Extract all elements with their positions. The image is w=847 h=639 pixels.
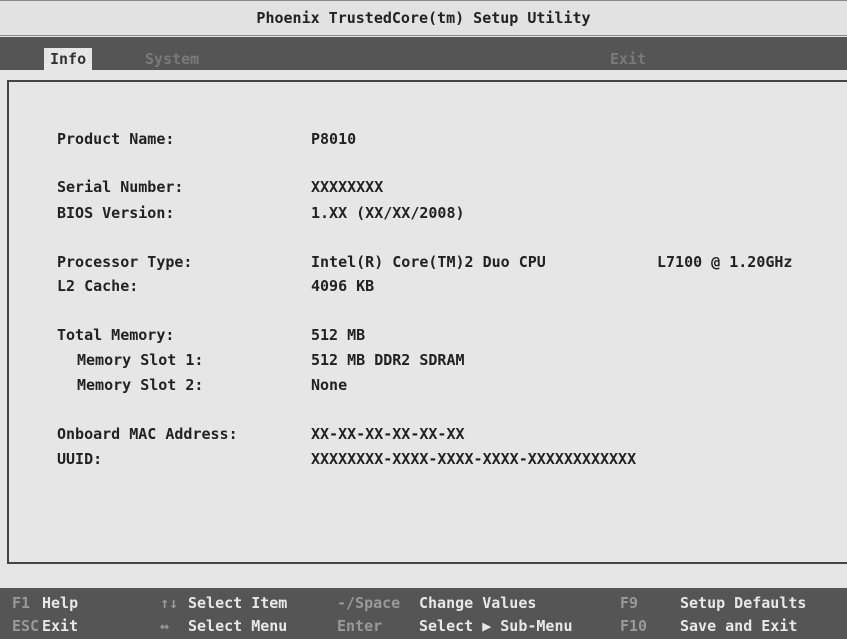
serial-number-label: Serial Number: [57,178,184,196]
help-label: Help [42,594,79,612]
uuid-value: XXXXXXXX-XXXX-XXXX-XXXX-XXXXXXXXXXXX [311,450,637,468]
bios-version-label: BIOS Version: [57,204,175,222]
mac-address-value: XX-XX-XX-XX-XX-XX [311,425,465,443]
select-menu-key: ↔ [160,617,170,635]
bios-version-value: 1.XX (XX/XX/2008) [311,204,465,222]
l2-cache-label: L2 Cache: [57,277,139,295]
exit-label: Exit [42,617,79,635]
product-name-label: Product Name: [57,130,175,148]
select-submenu-label: Select ▶ Sub-Menu [419,617,573,635]
processor-type-value: Intel(R) Core(TM)2 Duo CPU [311,253,546,271]
info-panel: Product Name: P8010 Serial Number: XXXXX… [7,80,847,564]
processor-speed-value: L7100 @ 1.20GHz [657,253,793,271]
select-menu-label: Select Menu [188,617,288,635]
memory-slot1-value: 512 MB DDR2 SDRAM [311,351,465,369]
uuid-label: UUID: [57,450,103,468]
select-item-key: ↑↓ [160,594,179,612]
total-memory-value: 512 MB [311,326,366,344]
select-item-label: Select Item [188,594,288,612]
exit-key: ESC [12,617,40,635]
setup-defaults-label: Setup Defaults [680,594,807,612]
menu-bar: Info System Exit [0,37,847,70]
change-values-label: Change Values [419,594,537,612]
memory-slot1-label: Memory Slot 1: [77,351,204,369]
memory-slot2-label: Memory Slot 2: [77,376,204,394]
total-memory-label: Total Memory: [57,326,175,344]
product-name-value: P8010 [311,130,357,148]
serial-number-value: XXXXXXXX [311,178,384,196]
memory-slot2-value: None [311,376,348,394]
processor-type-label: Processor Type: [57,253,193,271]
change-values-key: -/Space [337,594,401,612]
mac-address-label: Onboard MAC Address: [57,425,238,443]
window-title: Phoenix TrustedCore(tm) Setup Utility [0,0,847,36]
l2-cache-value: 4096 KB [311,277,375,295]
key-help-bar: F1 Help ↑↓ Select Item -/Space Change Va… [0,588,847,639]
menu-tab-system[interactable]: System [145,48,199,70]
save-exit-key: F10 [620,617,648,635]
setup-defaults-key: F9 [620,594,639,612]
help-key: F1 [12,594,31,612]
enter-key: Enter [337,617,383,635]
menu-tab-info[interactable]: Info [44,48,93,70]
save-exit-label: Save and Exit [680,617,798,635]
menu-tab-exit[interactable]: Exit [610,48,646,70]
